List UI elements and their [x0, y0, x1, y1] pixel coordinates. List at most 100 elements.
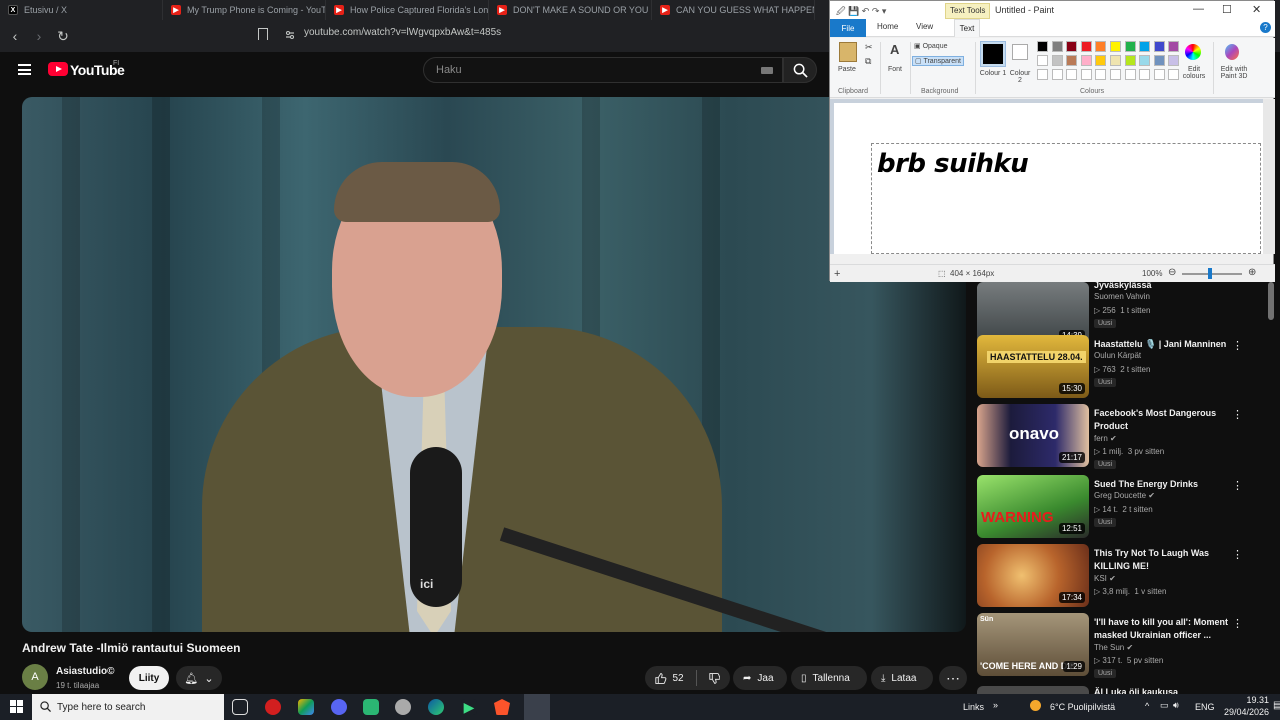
notification-button[interactable]: 🔔︎ ⌄ — [176, 666, 222, 690]
site-info-icon[interactable] — [285, 30, 295, 40]
video-player[interactable]: ici — [22, 97, 966, 632]
chevron-up-icon[interactable]: ^ — [1145, 701, 1149, 711]
add-icon[interactable]: + — [834, 268, 840, 280]
paint-taskbar-icon[interactable] — [524, 694, 550, 720]
palette-swatch-empty[interactable] — [1168, 69, 1180, 80]
palette-swatch-empty[interactable] — [1110, 69, 1121, 80]
input-language[interactable]: ENG — [1195, 702, 1215, 712]
font-label[interactable]: Font — [888, 66, 902, 73]
discord-icon[interactable] — [331, 699, 347, 715]
palette-swatch-empty[interactable] — [1124, 69, 1136, 80]
youtube-logo-icon[interactable] — [48, 62, 68, 76]
colour1-swatch[interactable] — [980, 41, 1006, 67]
more-options-icon[interactable]: ⋮ — [1232, 548, 1243, 561]
weather-text[interactable]: 6°C Puolipilvistä — [1050, 702, 1115, 712]
scrollbar-thumb[interactable] — [1268, 282, 1274, 320]
zoom-slider-thumb[interactable] — [1208, 268, 1212, 279]
video-title[interactable]: Haastattelu 🎙️ | Jani Manninen — [1094, 338, 1229, 351]
close-icon[interactable]: ✕ — [1252, 3, 1261, 16]
app-icon[interactable] — [363, 699, 379, 715]
keyboard-icon[interactable] — [761, 67, 773, 74]
help-icon[interactable]: ? — [1260, 22, 1271, 33]
download-button[interactable]: ⤓ Lataa — [871, 666, 933, 690]
recommended-video[interactable]: WARNING 12:51 Sued The Energy Drinks Greg… — [977, 475, 1247, 539]
channel-name[interactable]: Asiastudio© — [56, 666, 115, 677]
drawing-canvas[interactable]: brb suihku — [834, 103, 1263, 254]
vertical-scrollbar[interactable] — [1263, 99, 1275, 254]
palette-swatch[interactable] — [1168, 55, 1180, 66]
colour2-label[interactable]: Colour 2 — [1008, 70, 1032, 84]
copy-icon[interactable]: ⧉ — [865, 56, 871, 67]
colour2-swatch[interactable] — [1012, 44, 1028, 60]
weather-icon[interactable] — [1030, 700, 1041, 711]
colour1-label[interactable]: Colour 1 — [979, 70, 1007, 77]
edit-paint3d-label[interactable]: Edit with Paint 3D — [1216, 66, 1252, 80]
channel-name[interactable]: The Sun ✔︎ — [1094, 643, 1133, 652]
clock-date[interactable]: 29/04/2026 — [1215, 707, 1269, 717]
font-icon[interactable]: A — [890, 42, 899, 57]
app-icon[interactable] — [395, 699, 411, 715]
brave-icon[interactable] — [494, 699, 510, 715]
palette-swatch-empty[interactable] — [1095, 69, 1107, 80]
tab-view[interactable]: View — [916, 22, 933, 31]
palette-swatch[interactable] — [1066, 41, 1078, 52]
palette-swatch[interactable] — [1080, 41, 1092, 52]
forward-icon[interactable]: › — [30, 27, 48, 45]
recommended-video[interactable]: Äl Luka öli kaukusa — [977, 686, 1247, 694]
palette-swatch-empty[interactable] — [1051, 69, 1063, 80]
quick-access-toolbar-icons[interactable]: 🖉 💾 ↶ ↷ ▾ — [836, 4, 886, 20]
video-title[interactable]: Äl Luka öli kaukusa — [1094, 686, 1229, 694]
palette-swatch[interactable] — [1051, 41, 1063, 52]
video-thumbnail[interactable]: WARNING 12:51 — [977, 475, 1089, 538]
tab-home[interactable]: Home — [877, 22, 898, 31]
palette-swatch[interactable] — [1066, 55, 1078, 66]
links-toolbar[interactable]: Links — [963, 702, 984, 712]
search-input[interactable] — [436, 64, 736, 76]
video-title[interactable]: This Try Not To Laugh Was KILLING ME! — [1094, 547, 1229, 573]
video-thumbnail[interactable]: Sün 'COME HERE AND DIE 1:29 — [977, 613, 1089, 676]
channel-name[interactable]: Suomen Vahvin — [1094, 292, 1150, 301]
paint3d-icon[interactable] — [1225, 44, 1239, 60]
browser-tab[interactable]: ▶ How Police Captured Florida's Long — [326, 0, 489, 20]
more-actions-button[interactable]: ⋯ — [939, 666, 967, 690]
edit-colours-icon[interactable] — [1185, 44, 1201, 60]
edge-icon[interactable] — [428, 699, 444, 715]
tab-file[interactable]: File — [830, 19, 866, 37]
play-app-icon[interactable]: ▶ — [461, 699, 477, 715]
search-button[interactable] — [783, 57, 817, 83]
recommended-video[interactable]: onavo 21:17 Facebook's Most Dangerous Pro… — [977, 404, 1247, 469]
opaque-option[interactable]: ▣ Opaque — [914, 42, 948, 50]
hamburger-menu-icon[interactable] — [18, 64, 31, 75]
recommended-video[interactable]: 17:34 This Try Not To Laugh Was KILLING … — [977, 544, 1247, 608]
palette-swatch[interactable] — [1168, 41, 1180, 52]
video-thumbnail[interactable] — [977, 686, 1089, 694]
cut-icon[interactable]: ✂ — [865, 42, 873, 53]
video-thumbnail[interactable]: HAASTATTELU 28.04. 15:30 — [977, 335, 1089, 398]
recommended-video[interactable]: HAASTATTELU 28.04. 15:30 Haastattelu 🎙️ |… — [977, 335, 1247, 399]
search-box[interactable] — [423, 57, 783, 83]
channel-name[interactable]: KSI ✔︎ — [1094, 574, 1116, 583]
palette-swatch[interactable] — [1153, 55, 1165, 66]
palette-swatch-empty[interactable] — [1080, 69, 1092, 80]
palette-swatch[interactable] — [1095, 41, 1107, 52]
palette-swatch-empty[interactable] — [1153, 69, 1165, 80]
minimize-icon[interactable]: — — [1193, 3, 1204, 15]
transparent-option[interactable]: ▢ Transparent — [912, 56, 964, 66]
channel-name[interactable]: Oulun Kärpät — [1094, 351, 1141, 360]
chevron-right-icon[interactable]: » — [993, 700, 998, 710]
palette-swatch[interactable] — [1153, 41, 1165, 52]
zoom-out-icon[interactable]: ⊖ — [1168, 267, 1176, 278]
tab-text[interactable]: Text — [954, 19, 980, 37]
task-view-icon[interactable] — [232, 699, 248, 715]
share-button[interactable]: ➦ Jaa — [733, 666, 787, 690]
browser-tab[interactable]: ▶ My Trump Phone is Coming - YouTu — [163, 0, 326, 20]
more-options-icon[interactable]: ⋮ — [1232, 479, 1243, 492]
maximize-icon[interactable]: ☐ — [1222, 3, 1232, 16]
palette-swatch[interactable] — [1037, 55, 1048, 66]
palette-swatch-empty[interactable] — [1037, 69, 1048, 80]
network-icon[interactable]: ▭ — [1160, 700, 1169, 711]
video-title[interactable]: Sued The Energy Drinks — [1094, 478, 1229, 491]
palette-swatch[interactable] — [1080, 55, 1092, 66]
opera-icon[interactable] — [265, 699, 281, 715]
zoom-slider-track[interactable] — [1182, 273, 1242, 275]
